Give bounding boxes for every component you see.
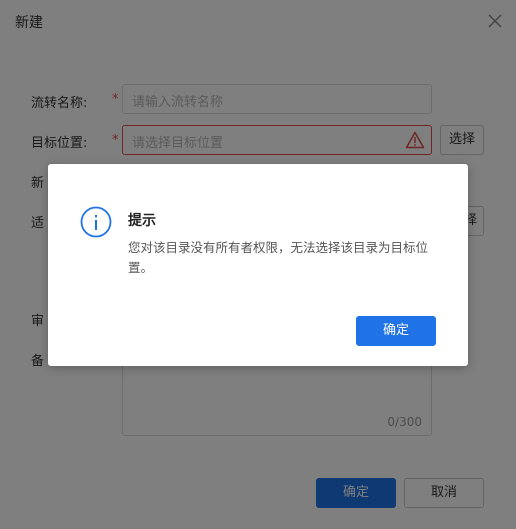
info-circle-icon bbox=[80, 206, 112, 238]
alert-ok-button[interactable]: 确定 bbox=[356, 316, 436, 346]
alert-dialog: 提示 您对该目录没有所有者权限，无法选择该目录为目标位置。 确定 bbox=[48, 164, 468, 366]
alert-title: 提示 bbox=[128, 213, 156, 229]
alert-message: 您对该目录没有所有者权限，无法选择该目录为目标位置。 bbox=[128, 240, 429, 275]
